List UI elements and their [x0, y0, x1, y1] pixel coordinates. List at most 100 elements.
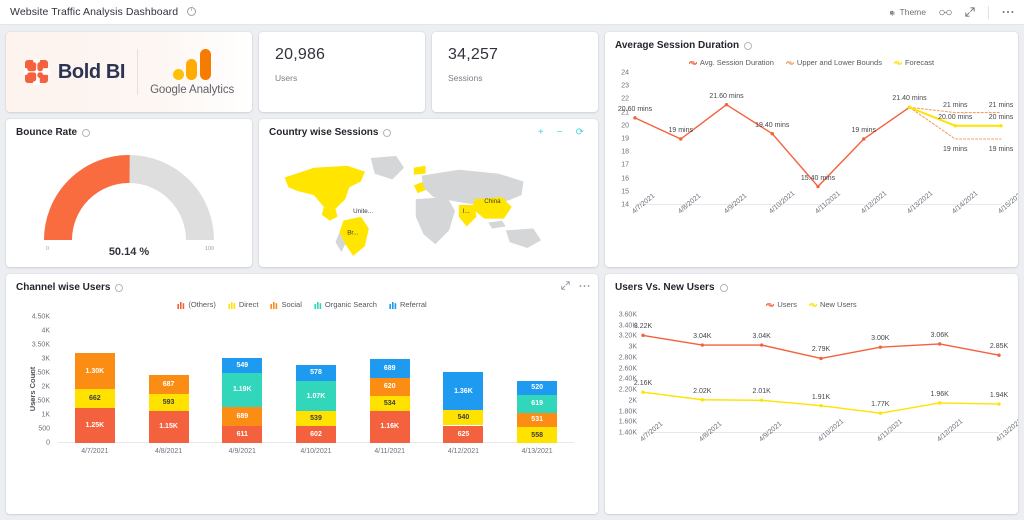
x-axis-tick: 4/7/2021: [81, 448, 109, 455]
legend-item[interactable]: Direct: [228, 300, 258, 309]
bar-segment[interactable]: 539: [296, 411, 336, 427]
bar-segment[interactable]: 549: [222, 357, 263, 374]
legend-label: Avg. Session Duration: [699, 58, 774, 67]
dashboard-app: Website Traffic Analysis Dashboard Theme: [0, 0, 1024, 520]
legend-marker-icon: [785, 60, 794, 65]
uvn-chart-legend: Users New Users: [605, 293, 1018, 309]
legend-marker-icon: [228, 301, 236, 309]
bar-segment[interactable]: 1.30K: [74, 353, 115, 390]
boldbi-wordmark: Bold BI: [57, 60, 126, 83]
data-point-label: 1.77K: [871, 401, 890, 409]
settings-icon[interactable]: [744, 41, 753, 50]
settings-icon[interactable]: [82, 128, 91, 137]
avg-session-duration-title-text: Average Session Duration: [615, 40, 740, 51]
bounce-rate-gauge-wrap: 0 100 50.14 %: [6, 138, 252, 258]
y-axis-tick: 3K: [41, 355, 50, 363]
legend-item[interactable]: (Others): [177, 300, 216, 309]
data-point-label: 20.60 mins: [617, 105, 653, 113]
bar-segment[interactable]: 534: [369, 395, 410, 411]
google-analytics-wordmark: Google Analytics: [150, 84, 234, 96]
world-map[interactable]: Unite... China I... Br...: [267, 145, 590, 261]
theme-button[interactable]: Theme: [887, 7, 926, 17]
settings-icon[interactable]: [719, 283, 728, 292]
map-zoom-in-icon[interactable]: +: [538, 127, 544, 138]
bar-segment[interactable]: 520: [517, 380, 558, 396]
legend-item[interactable]: Upper and Lower Bounds: [785, 58, 882, 67]
bounce-rate-title: Bounce Rate: [6, 119, 252, 138]
legend-item[interactable]: New Users: [808, 300, 857, 309]
data-point-label: 15.40 mins: [800, 174, 836, 182]
legend-label: Social: [281, 300, 302, 309]
right-column: Average Session Duration Avg. Session Du…: [605, 32, 1018, 514]
bar-segment[interactable]: 611: [222, 425, 263, 443]
bounce-rate-gauge: 0 100 50.14 %: [44, 154, 214, 258]
kpi-card-sessions: 34,257 Sessions: [432, 32, 598, 112]
uvn-chart-plot: 1.40K 1.60K 1.80K 2K 2.20K 2.40K 2.60K 2.80K 3K 3…: [605, 309, 1018, 477]
legend-item[interactable]: Avg. Session Duration: [688, 58, 774, 67]
bar-segment[interactable]: 558: [517, 427, 558, 443]
bar-segment[interactable]: 531: [517, 412, 558, 428]
x-axis-tick: 4/12/2021: [447, 448, 479, 455]
legend-marker-icon: [893, 60, 902, 65]
bar-segment[interactable]: 625: [443, 425, 484, 443]
bar-segment[interactable]: 1.07K: [296, 381, 336, 412]
map-reset-icon[interactable]: ⟳: [576, 127, 584, 138]
bar-segment[interactable]: 1.16K: [369, 410, 410, 443]
legend-item[interactable]: Social: [270, 300, 302, 309]
bar-segment[interactable]: 1.19K: [222, 373, 263, 407]
data-point-label: 2.02K: [693, 387, 712, 395]
more-options-button[interactable]: [1002, 10, 1014, 14]
bar-segment[interactable]: 540: [443, 410, 484, 426]
kpi-label: Sessions: [448, 73, 483, 83]
channel-wise-users-card: Channel wise Users (Others) Direct Social O…: [6, 274, 598, 514]
bar-segment[interactable]: 1.25K: [74, 408, 115, 443]
asd-chart-plot: 14 15 16 17 18 19 20 21 22 23 24 20.60 mins 19 mins 2…: [605, 67, 1018, 245]
data-point-label: 19 mins: [942, 146, 968, 153]
kpi-card-users: 20,986 Users: [259, 32, 425, 112]
bar-segment[interactable]: 578: [296, 364, 336, 382]
bar-segment[interactable]: 689: [222, 406, 263, 426]
legend-marker-icon: [688, 60, 697, 65]
left-column: Bold BI Google Analytics 20,986 Users 34…: [6, 32, 598, 514]
bar-segment[interactable]: 662: [74, 389, 115, 408]
map-zoom-out-icon[interactable]: −: [557, 127, 563, 138]
more-options-icon[interactable]: [579, 284, 590, 288]
data-point-label: 1.91K: [811, 393, 831, 401]
legend-label: Referral: [399, 300, 427, 309]
bar-segment[interactable]: 602: [296, 426, 336, 443]
glasses-icon: [939, 9, 952, 15]
bar-segment[interactable]: 619: [517, 395, 558, 413]
legend-item[interactable]: Users: [766, 300, 797, 309]
x-axis-tick: 4/9/2021: [228, 448, 256, 455]
legend-label: New Users: [819, 300, 857, 309]
asd-chart-legend: Avg. Session Duration Upper and Lower Bou…: [605, 51, 1018, 67]
bar-segment[interactable]: 593: [148, 394, 189, 411]
boldbi-logo: Bold BI: [23, 59, 126, 85]
settings-icon[interactable]: [383, 128, 392, 137]
data-point-label: 3.04K: [752, 333, 771, 341]
bar-segment[interactable]: 1.15K: [148, 410, 189, 443]
legend-item[interactable]: Organic Search: [314, 300, 377, 309]
legend-label: Forecast: [904, 58, 935, 67]
users-vs-new-users-title: Users Vs. New Users: [605, 274, 1018, 293]
expand-icon[interactable]: [561, 281, 570, 290]
svg-text:China: China: [484, 198, 501, 205]
line-chart-svg: [633, 102, 1003, 189]
channel-chart-legend: (Others) Direct Social Organic Search Referr…: [6, 293, 598, 309]
settings-icon[interactable]: [115, 283, 124, 292]
gauge-value: 50.14 %: [108, 246, 150, 258]
bar-segment[interactable]: 689: [369, 358, 410, 379]
fullscreen-button[interactable]: [965, 7, 975, 17]
channel-wise-users-title: Channel wise Users: [6, 274, 598, 293]
legend-item[interactable]: Forecast: [893, 58, 935, 67]
data-point-label: 21 mins: [942, 101, 968, 109]
x-axis-tick: 4/10/2021: [300, 448, 332, 455]
info-icon[interactable]: [187, 6, 197, 16]
data-point-label: 20.00 mins: [938, 113, 973, 121]
glasses-button[interactable]: [939, 8, 952, 17]
data-point-label: 2.16K: [633, 380, 653, 388]
bar-segment[interactable]: 1.36K: [443, 372, 484, 411]
bar-segment[interactable]: 620: [369, 378, 410, 396]
legend-item[interactable]: Referral: [389, 300, 427, 309]
bar-segment[interactable]: 687: [148, 374, 189, 395]
